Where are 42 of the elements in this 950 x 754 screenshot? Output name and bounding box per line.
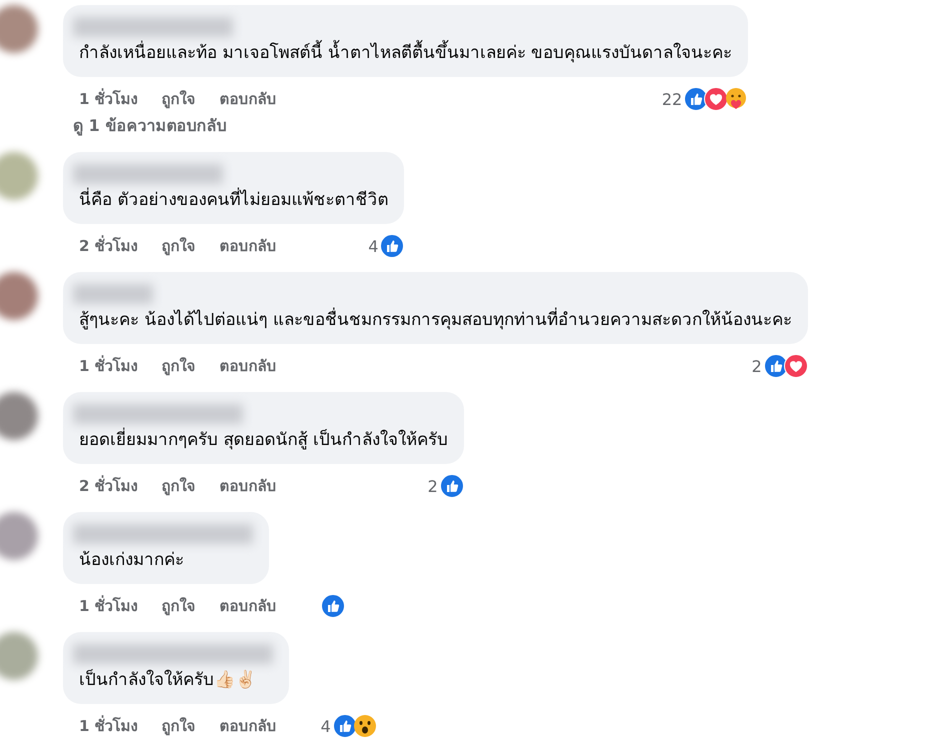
reply-link[interactable]: ตอบกลับ — [220, 354, 277, 378]
reaction-count[interactable]: 4 — [368, 236, 378, 256]
like-link[interactable]: ถูกใจ — [162, 474, 196, 498]
reply-link[interactable]: ตอบกลับ — [220, 594, 277, 618]
reply-link[interactable]: ตอบกลับ — [220, 87, 277, 111]
comment-text: กำลังเหนื่อยและท้อ มาเจอโพสต์นี้ น้ำตาไหลตีตื้นขึ้นมาเลยค่ะ ขอบคุณแรงบันดาลใจนะคะ — [79, 41, 732, 65]
like-link[interactable]: ถูกใจ — [162, 354, 196, 378]
comment-time[interactable]: 1 ชั่วโมง — [79, 714, 138, 738]
avatar[interactable] — [0, 392, 38, 440]
reply-link[interactable]: ตอบกลับ — [220, 714, 277, 738]
comment-text: นี่คือ ตัวอย่างของคนที่ไม่ยอมแพ้ชะตาชีวิต — [79, 188, 388, 212]
reaction-count[interactable]: 22 — [662, 90, 682, 108]
comment-text: เป็นกำลังใจให้ครับ👍🏻✌🏻 — [79, 668, 257, 692]
surprised-face-icon — [352, 714, 377, 738]
avatar[interactable] — [0, 5, 38, 53]
like-icon — [320, 594, 345, 618]
avatar[interactable] — [0, 512, 38, 560]
reaction-count[interactable]: 2 — [752, 356, 762, 376]
comment-time[interactable]: 1 ชั่วโมง — [79, 594, 138, 618]
like-icon — [332, 714, 357, 738]
comment-text: น้องเก่งมากค่ะ — [79, 549, 185, 572]
avatar[interactable] — [0, 152, 38, 200]
comment-time[interactable]: 2 ชั่วโมง — [79, 474, 138, 498]
comment-text: สู้ๆนะคะ น้องได้ไปต่อแน่ๆ และขอชื่นชมกรรมการคุมสอบทุกท่านที่อำนวยความสะดวกให้น้องนะคะ — [79, 308, 792, 332]
like-link[interactable]: ถูกใจ — [162, 594, 196, 618]
comment-time[interactable]: 1 ชั่วโมง — [79, 354, 138, 378]
like-icon — [380, 234, 404, 258]
reaction-count[interactable]: 2 — [428, 476, 438, 496]
like-icon — [440, 474, 464, 498]
reply-link[interactable]: ตอบกลับ — [220, 234, 277, 258]
hugging-face-icon — [724, 87, 748, 111]
comment-text: ยอดเยี่ยมมากๆครับ สุดยอดนักสู้ เป็นกำลังใจให้ครับ — [79, 428, 448, 452]
like-link[interactable]: ถูกใจ — [162, 234, 196, 258]
reaction-count[interactable]: 4 — [320, 716, 331, 736]
avatar[interactable] — [0, 272, 38, 320]
comment-time[interactable]: 2 ชั่วโมง — [79, 234, 138, 258]
like-link[interactable]: ถูกใจ — [162, 714, 196, 738]
reply-link[interactable]: ตอบกลับ — [220, 474, 277, 498]
like-link[interactable]: ถูกใจ — [162, 87, 196, 111]
avatar[interactable] — [0, 632, 38, 680]
view-replies-link[interactable]: ดู 1 ข้อความตอบกลับ — [73, 113, 950, 138]
comment-time[interactable]: 1 ชั่วโมง — [79, 87, 138, 111]
